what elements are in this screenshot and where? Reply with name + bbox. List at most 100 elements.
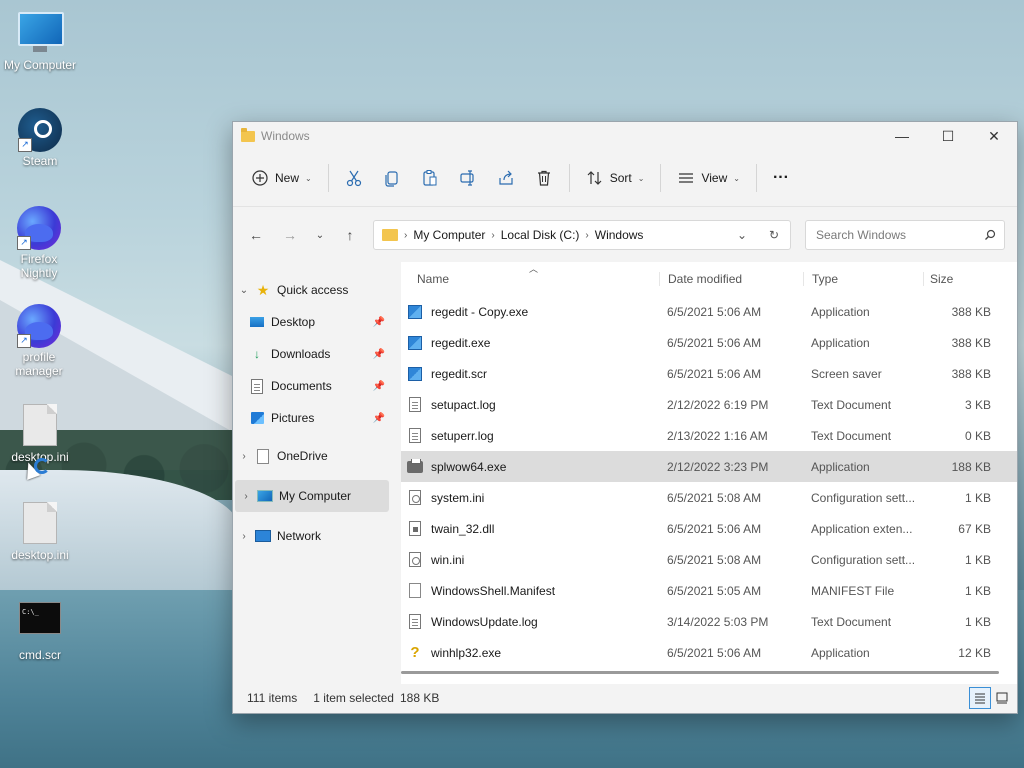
- nav-documents[interactable]: Documents 📌: [233, 370, 391, 402]
- maximize-button[interactable]: ☐: [925, 122, 971, 150]
- table-row[interactable]: regedit.exe 6/5/2021 5:06 AM Application 38…: [401, 327, 1017, 358]
- nav-pictures[interactable]: Pictures 📌: [233, 402, 391, 434]
- file-size: 388 KB: [951, 335, 991, 350]
- table-row[interactable]: win.ini 6/5/2021 5:08 AM Configuration set…: [401, 544, 1017, 575]
- file-name-cell[interactable]: win.ini: [401, 552, 659, 568]
- table-row[interactable]: WindowsShell.Manifest 6/5/2021 5:05 AM MAN…: [401, 575, 1017, 606]
- cut-button[interactable]: [335, 162, 373, 194]
- table-row[interactable]: setuperr.log 2/13/2022 1:16 AM Text Docume…: [401, 420, 1017, 451]
- paste-button[interactable]: [411, 162, 449, 194]
- table-row[interactable]: regedit - Copy.exe 6/5/2021 5:06 AM Applic…: [401, 296, 1017, 327]
- copy-icon: [385, 171, 398, 187]
- nav-my-computer[interactable]: › My Computer: [235, 480, 389, 512]
- breadcrumb-my-computer[interactable]: My Computer: [413, 228, 485, 242]
- file-size: 1 KB: [964, 552, 991, 567]
- column-header-date[interactable]: Date modified: [659, 272, 803, 286]
- file-type: Text Document: [811, 614, 892, 629]
- file-name-cell[interactable]: regedit.scr: [401, 366, 659, 382]
- desktop-icon-my-computer[interactable]: My Computer: [0, 12, 80, 72]
- title-bar[interactable]: Windows — ☐ ✕: [233, 122, 1017, 150]
- chevron-right-icon[interactable]: ›: [233, 531, 255, 542]
- desktop-icon-desktop-ini-1[interactable]: desktop.ini: [0, 404, 80, 464]
- pin-icon: 📌: [372, 348, 385, 360]
- up-button[interactable]: ↑: [333, 220, 367, 250]
- minimize-button[interactable]: —: [879, 122, 925, 150]
- nav-desktop[interactable]: Desktop 📌: [233, 306, 391, 338]
- back-button[interactable]: ←: [239, 220, 273, 250]
- desktop-icon-firefox-nightly[interactable]: ↗ Firefox Nightly: [0, 206, 78, 280]
- file-name-cell[interactable]: ? winhlp32.exe: [401, 645, 659, 661]
- chevron-right-icon[interactable]: ›: [235, 491, 257, 502]
- file-type: MANIFEST File: [811, 583, 895, 598]
- breadcrumb-local-disk[interactable]: Local Disk (C:): [501, 228, 580, 242]
- share-button[interactable]: [487, 162, 525, 194]
- recent-locations-button[interactable]: ⌄: [307, 220, 333, 250]
- chevron-down-icon: ⌄: [733, 173, 740, 183]
- new-button[interactable]: New ⌄: [241, 162, 322, 194]
- monitor-icon: [257, 488, 273, 504]
- status-bar: 111 items 1 item selected 188 KB: [233, 684, 1017, 712]
- file-name-cell[interactable]: splwow64.exe: [401, 458, 659, 475]
- file-name-cell[interactable]: regedit.exe: [401, 335, 659, 351]
- table-row[interactable]: splwow64.exe 2/12/2022 3:23 PM Application…: [401, 451, 1017, 482]
- nav-downloads[interactable]: ↓ Downloads 📌: [233, 338, 391, 370]
- search-input[interactable]: [814, 227, 984, 243]
- column-header-type[interactable]: Type: [803, 272, 923, 286]
- address-bar[interactable]: › My Computer › Local Disk (C:) › Window…: [373, 220, 791, 250]
- table-row[interactable]: WindowsUpdate.log 3/14/2022 5:03 PM Text D…: [401, 606, 1017, 637]
- table-row[interactable]: system.ini 6/5/2021 5:08 AM Configuration …: [401, 482, 1017, 513]
- file-size: 0 KB: [964, 428, 991, 443]
- refresh-button[interactable]: ↻: [758, 228, 790, 242]
- forward-button[interactable]: →: [273, 220, 307, 250]
- file-name-cell[interactable]: setuperr.log: [401, 428, 659, 444]
- folder-icon: [241, 127, 255, 142]
- view-button[interactable]: View ⌄: [667, 162, 750, 194]
- desktop-icon-steam[interactable]: ↗ Steam: [0, 108, 80, 168]
- nav-quick-access[interactable]: ⌄ ★ Quick access: [233, 274, 391, 306]
- copy-button[interactable]: [373, 162, 411, 194]
- more-ellipsis-icon: ···: [772, 169, 789, 186]
- large-icons-view-button[interactable]: [991, 687, 1013, 709]
- table-row[interactable]: ? winhlp32.exe 6/5/2021 5:06 AM Application…: [401, 637, 1017, 668]
- file-list: ︿ Name Date modified Type Size regedit -…: [401, 262, 1017, 684]
- file-name-cell[interactable]: setupact.log: [401, 397, 659, 413]
- breadcrumb-windows[interactable]: Windows: [595, 228, 644, 242]
- address-history-button[interactable]: ⌄: [726, 228, 758, 242]
- view-label: View: [701, 171, 728, 185]
- item-count: 111 items: [247, 691, 298, 705]
- close-button[interactable]: ✕: [971, 122, 1017, 150]
- more-options-button[interactable]: ···: [763, 162, 799, 194]
- folder-icon: [382, 229, 398, 241]
- config-file-icon: [407, 490, 423, 506]
- search-box[interactable]: [805, 220, 1005, 250]
- table-row[interactable]: regedit.scr 6/5/2021 5:06 AM Screen saver 3…: [401, 358, 1017, 389]
- sort-button[interactable]: Sort ⌄: [576, 162, 655, 194]
- delete-button[interactable]: [525, 162, 563, 194]
- rename-button[interactable]: [449, 162, 487, 194]
- table-row[interactable]: setupact.log 2/12/2022 6:19 PM Text Docume…: [401, 389, 1017, 420]
- text-document-icon: [407, 397, 423, 413]
- chevron-down-icon[interactable]: ⌄: [233, 285, 255, 296]
- table-row[interactable]: twain_32.dll 6/5/2021 5:06 AM Application …: [401, 513, 1017, 544]
- file-type: Application: [811, 645, 870, 660]
- toolbar-divider: [755, 164, 757, 192]
- file-name-cell[interactable]: regedit - Copy.exe: [401, 304, 659, 320]
- nav-onedrive[interactable]: › OneDrive: [233, 440, 391, 472]
- search-icon: [985, 229, 996, 240]
- desktop-icon-desktop-ini-2[interactable]: desktop.ini: [0, 502, 80, 562]
- help-question-icon: ?: [410, 644, 420, 661]
- column-header-size[interactable]: Size: [923, 272, 999, 286]
- nav-network[interactable]: › Network: [233, 520, 391, 552]
- details-view-button[interactable]: [969, 687, 991, 709]
- desktop-icon-cmd-scr[interactable]: C:\_ cmd.scr: [0, 596, 80, 662]
- horizontal-scrollbar[interactable]: [401, 671, 999, 674]
- file-name-cell[interactable]: WindowsUpdate.log: [401, 614, 659, 630]
- file-name-cell[interactable]: WindowsShell.Manifest: [401, 583, 659, 599]
- desktop-icon-profile-manager[interactable]: ↗ profile manager: [0, 304, 78, 378]
- chevron-right-icon[interactable]: ›: [233, 451, 255, 462]
- file-date: 6/5/2021 5:06 AM: [667, 366, 762, 381]
- file-name-cell[interactable]: twain_32.dll: [401, 521, 659, 537]
- nav-label: Desktop: [271, 315, 316, 329]
- file-name-cell[interactable]: system.ini: [401, 490, 659, 506]
- file-size: 67 KB: [958, 521, 991, 536]
